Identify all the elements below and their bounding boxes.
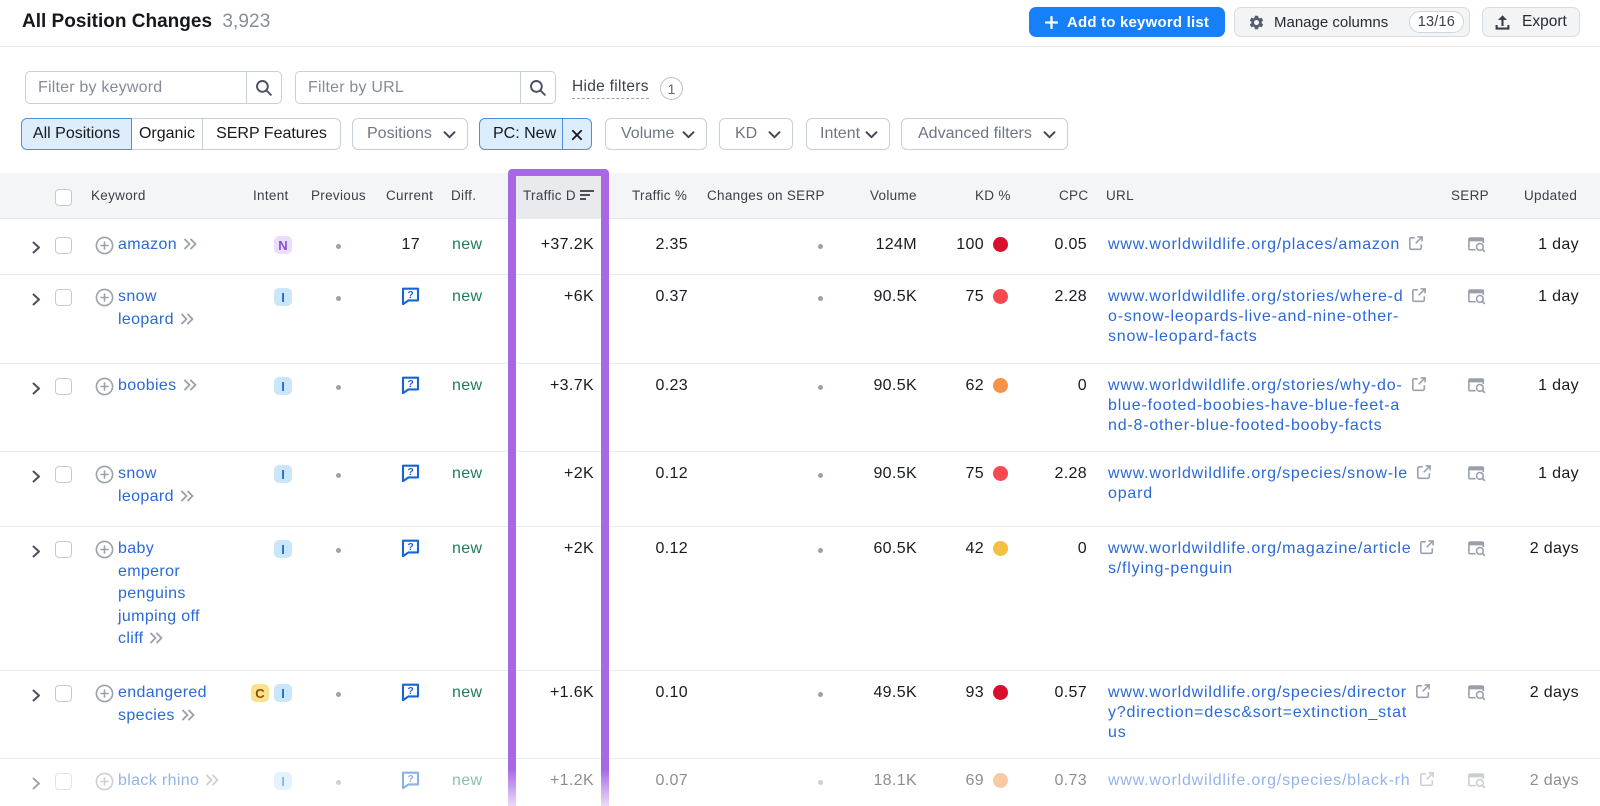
svg-text:?: ? bbox=[407, 541, 413, 553]
svg-text:?: ? bbox=[407, 289, 413, 301]
svg-text:?: ? bbox=[407, 685, 413, 697]
svg-text:?: ? bbox=[407, 773, 413, 785]
svg-text:?: ? bbox=[407, 378, 413, 390]
svg-text:?: ? bbox=[407, 466, 413, 478]
